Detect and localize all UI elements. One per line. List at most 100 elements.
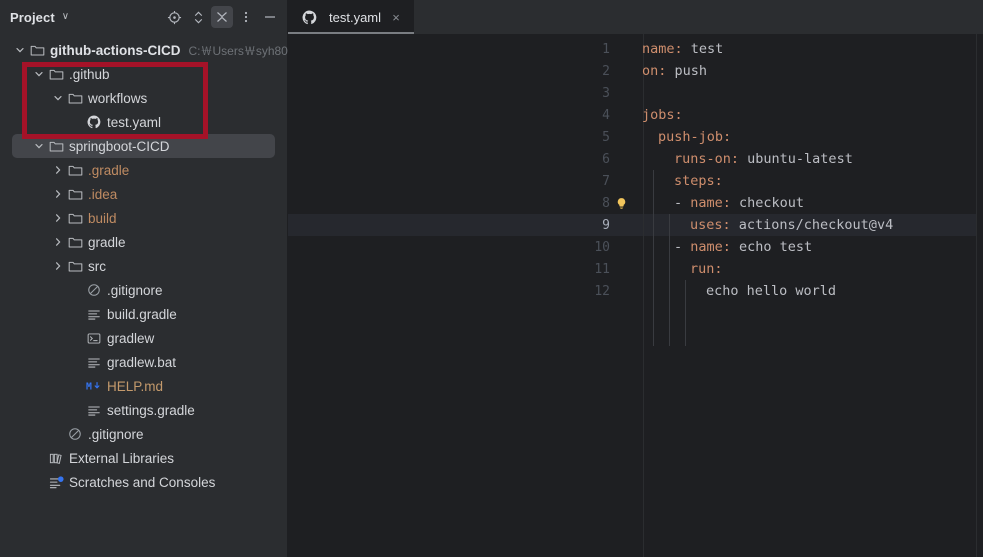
line-number: 5 — [602, 129, 610, 145]
code-text: runs-on: ubuntu-latest — [642, 151, 853, 167]
select-opened-file-icon[interactable] — [163, 6, 185, 28]
tree-item-github-actions-cicd[interactable]: github-actions-CICD C:￦Users￦syh80￦wo — [0, 38, 315, 62]
scratches-icon — [47, 474, 65, 490]
collapse-all-icon[interactable] — [211, 6, 233, 28]
more-options-icon[interactable] — [235, 6, 257, 28]
code-line[interactable]: 2 on: push — [288, 60, 983, 82]
tree-item-gitignore[interactable]: .gitignore — [0, 422, 287, 446]
code-token: runs-on: — [674, 151, 740, 167]
close-icon[interactable]: × — [388, 9, 404, 25]
tree-item-label: build.gradle — [107, 306, 177, 322]
github-icon — [85, 114, 103, 130]
chevron-right-icon[interactable] — [50, 162, 66, 178]
code-text: steps: — [642, 173, 723, 189]
sidebar-toolbar — [163, 6, 281, 28]
code-token: echo hello world — [706, 283, 837, 299]
tab-test-yaml[interactable]: test.yaml × — [288, 0, 415, 34]
tree-item-idea[interactable]: .idea — [0, 182, 287, 206]
line-number: 7 — [602, 173, 610, 189]
tree-item-label: test.yaml — [107, 114, 162, 130]
tree-item-label: HELP.md — [107, 378, 164, 394]
chevron-down-icon[interactable] — [31, 138, 47, 154]
project-tree[interactable]: github-actions-CICD C:￦Users￦syh80￦wo .git… — [0, 34, 315, 494]
folder-icon — [47, 138, 65, 154]
tree-item-label: settings.gradle — [107, 402, 195, 418]
code-line[interactable]: 7 steps: — [288, 170, 983, 192]
tree-item-github[interactable]: .github — [0, 62, 287, 86]
tree-item-gradlew-bat[interactable]: gradlew.bat — [0, 350, 287, 374]
tree-item-label: .idea — [88, 186, 118, 202]
chevron-down-icon[interactable] — [31, 66, 47, 82]
code-text: echo hello world — [642, 283, 836, 299]
code-line[interactable]: 11 run: — [288, 258, 983, 280]
tree-item-gradlew[interactable]: gradlew — [0, 326, 287, 350]
code-lines[interactable]: 1 name: test 2 on: push 3 4 jobs: 5 push-job: 6 ru… — [288, 34, 983, 302]
code-line[interactable]: 5 push-job: — [288, 126, 983, 148]
tree-item-label: .github — [69, 66, 110, 82]
line-number: 6 — [602, 151, 610, 167]
markdown-icon: M — [85, 378, 103, 394]
tree-item-scratches-and-consoles[interactable]: Scratches and Consoles — [0, 470, 287, 494]
code-line[interactable]: 6 runs-on: ubuntu-latest — [288, 148, 983, 170]
indent-guide — [669, 214, 670, 346]
code-token: actions/checkout@v4 — [730, 217, 894, 233]
folder-icon — [28, 42, 46, 58]
line-number: 4 — [602, 107, 610, 123]
tree-item-test-yaml[interactable]: test.yaml — [0, 110, 287, 134]
code-token: run: — [690, 261, 723, 277]
tree-item-src[interactable]: src — [0, 254, 287, 278]
folder-icon — [47, 66, 65, 82]
tree-item-external-libraries[interactable]: External Libraries — [0, 446, 287, 470]
folder-icon — [66, 162, 84, 178]
tree-item-settings-gradle[interactable]: settings.gradle — [0, 398, 287, 422]
ide-window: Project ∨ github-actions-CICD C:￦Users￦s… — [0, 0, 983, 557]
code-text: run: — [642, 261, 723, 277]
tree-item-build[interactable]: build — [0, 206, 287, 230]
chevron-right-icon[interactable] — [50, 258, 66, 274]
tree-item-workflows[interactable]: workflows — [0, 86, 287, 110]
code-text: on: push — [642, 63, 707, 79]
lightbulb-icon[interactable] — [610, 197, 632, 210]
code-token: echo test — [730, 239, 813, 255]
code-token: steps: — [674, 173, 723, 189]
code-token: uses: — [690, 217, 731, 233]
code-token: on: — [642, 63, 667, 79]
chevron-down-icon[interactable] — [50, 90, 66, 106]
expand-collapse-icon[interactable] — [187, 6, 209, 28]
line-number: 2 — [602, 63, 610, 79]
line-number: 12 — [594, 283, 610, 299]
editor-right-strip — [976, 34, 983, 557]
code-line[interactable]: 3 — [288, 82, 983, 104]
tree-item-label: External Libraries — [69, 450, 175, 466]
code-token: jobs: — [642, 107, 683, 123]
code-line[interactable]: 10 - name: echo test — [288, 236, 983, 258]
code-line[interactable]: 1 name: test — [288, 38, 983, 60]
tree-item-gradle[interactable]: .gradle — [0, 158, 287, 182]
tab-bar-empty-space — [414, 0, 983, 34]
tree-item-gradle[interactable]: gradle — [0, 230, 287, 254]
code-line[interactable]: 8 - name: checkout — [288, 192, 983, 214]
chevron-right-icon[interactable] — [50, 234, 66, 250]
code-line[interactable]: 9 uses: actions/checkout@v4 — [288, 214, 983, 236]
code-token: push-job: — [658, 129, 732, 145]
tree-item-springboot-cicd[interactable]: springboot-CICD — [12, 134, 275, 158]
chevron-right-icon[interactable] — [50, 186, 66, 202]
chevron-right-icon[interactable] — [50, 210, 66, 226]
code-line[interactable]: 12 echo hello world — [288, 280, 983, 302]
code-token: checkout — [730, 195, 805, 211]
hide-icon[interactable] — [259, 6, 281, 28]
code-token: name: — [642, 41, 683, 57]
tree-item-gitignore[interactable]: .gitignore — [0, 278, 287, 302]
code-text: push-job: — [642, 129, 731, 145]
folder-icon — [66, 258, 84, 274]
chevron-down-icon[interactable]: ∨ — [62, 12, 69, 22]
code-line[interactable]: 4 jobs: — [288, 104, 983, 126]
code-area[interactable]: 1 name: test 2 on: push 3 4 jobs: 5 push-job: 6 ru… — [288, 34, 983, 557]
folder-icon — [66, 210, 84, 226]
line-number: 10 — [594, 239, 610, 255]
tree-item-label: .gitignore — [107, 282, 163, 298]
project-panel-title[interactable]: Project — [10, 10, 55, 25]
chevron-down-icon[interactable] — [12, 42, 28, 58]
tree-item-build-gradle[interactable]: build.gradle — [0, 302, 287, 326]
tree-item-help-md[interactable]: M HELP.md — [0, 374, 287, 398]
